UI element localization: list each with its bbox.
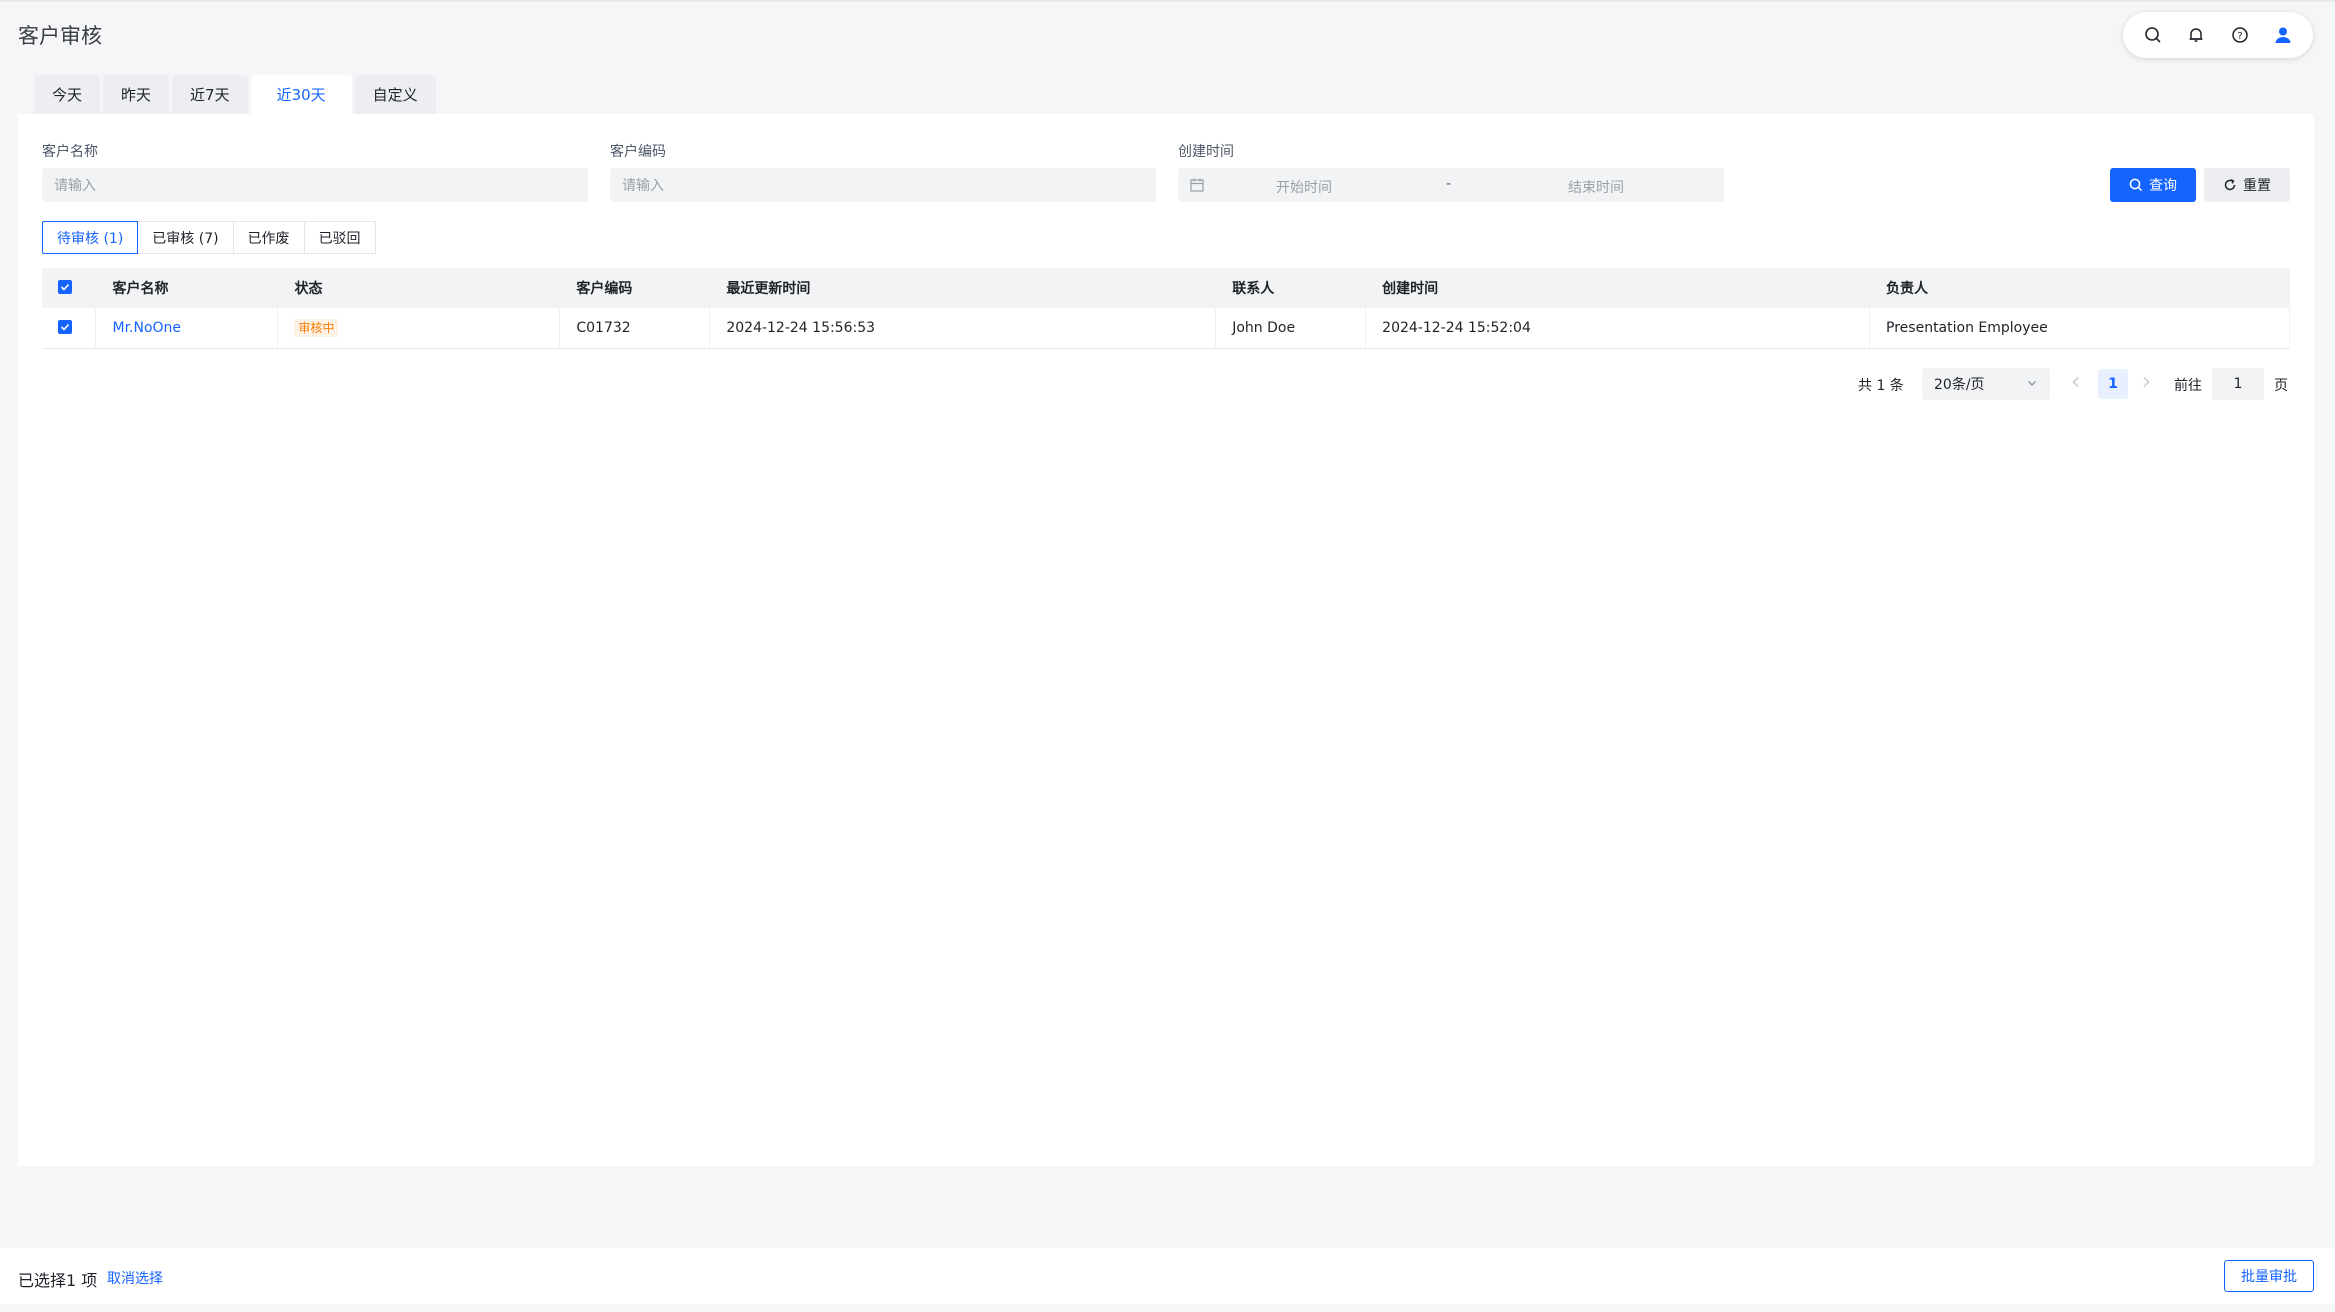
- top-divider: [0, 0, 2335, 2]
- customer-name-input[interactable]: 请输入: [42, 168, 588, 202]
- page-number[interactable]: 1: [2098, 369, 2128, 399]
- customer-code-label: 客户编码: [610, 144, 666, 160]
- page-title: 客户审核: [18, 24, 102, 48]
- page-size-select[interactable]: 20条/页: [1922, 368, 2050, 400]
- contact-cell: John Doe: [1215, 308, 1367, 349]
- customer-name-label: 客户名称: [42, 144, 98, 160]
- column-header-code: 客户编码: [559, 268, 711, 308]
- select-all-checkbox-cell: [42, 268, 97, 308]
- goto-label: 前往: [2174, 378, 2202, 394]
- row-checkbox[interactable]: [58, 319, 72, 334]
- column-header-created: 创建时间: [1365, 268, 1871, 308]
- total-count: 共 1 条: [1858, 378, 1904, 394]
- tab-last-7-days[interactable]: 近7天: [172, 75, 248, 114]
- calendar-icon: [1190, 178, 1204, 196]
- page-unit-label: 页: [2274, 378, 2288, 394]
- customer-table: 客户名称 状态 客户编码 最近更新时间 联系人 创建时间 负责人 Mr.NoOn…: [42, 268, 2290, 349]
- search-icon: [2129, 178, 2143, 192]
- search-button[interactable]: 查询: [2110, 168, 2196, 202]
- table-row: Mr.NoOne 审核中 C01732 2024-12-24 15:56:53 …: [42, 308, 2290, 349]
- column-header-status: 状态: [277, 268, 561, 308]
- tab-custom[interactable]: 自定义: [354, 75, 436, 114]
- page-size-value: 20条/页: [1934, 377, 1985, 393]
- tab-voided[interactable]: 已作废: [232, 221, 305, 254]
- created-time-range-picker[interactable]: 开始时间 - 结束时间: [1178, 168, 1724, 202]
- select-all-checkbox[interactable]: [58, 280, 72, 294]
- search-button-label: 查询: [2149, 178, 2177, 194]
- end-time-input[interactable]: 结束时间: [1568, 177, 1624, 197]
- goto-page-input[interactable]: 1: [2212, 368, 2264, 400]
- tab-approved[interactable]: 已审核 (7): [137, 221, 234, 254]
- created-time-cell: 2024-12-24 15:52:04: [1365, 308, 1871, 349]
- prev-page-icon[interactable]: [2070, 375, 2082, 393]
- start-time-input[interactable]: 开始时间: [1276, 177, 1332, 197]
- pagination: 共 1 条 20条/页 1 前往 1 页: [18, 366, 2314, 400]
- created-time-label: 创建时间: [1178, 144, 1234, 160]
- column-header-contact: 联系人: [1215, 268, 1367, 308]
- updated-time-cell: 2024-12-24 15:56:53: [709, 308, 1217, 349]
- table-header-row: 客户名称 状态 客户编码 最近更新时间 联系人 创建时间 负责人: [42, 268, 2290, 308]
- batch-approve-button[interactable]: 批量审批: [2224, 1260, 2314, 1292]
- tab-last-30-days[interactable]: 近30天: [250, 75, 352, 114]
- column-header-name: 客户名称: [95, 268, 279, 308]
- selection-footer: 已选择1 项 取消选择 批量审批: [0, 1248, 2335, 1304]
- user-icon[interactable]: [2267, 19, 2299, 51]
- selected-count: 已选择1 项: [18, 1271, 98, 1290]
- customer-code-input[interactable]: 请输入: [610, 168, 1156, 202]
- range-separator: -: [1446, 176, 1452, 192]
- status-badge: 审核中: [294, 319, 339, 338]
- date-tabs: 今天 昨天 近7天 近30天 自定义: [34, 75, 439, 114]
- owner-cell: Presentation Employee: [1869, 308, 2290, 349]
- refresh-icon: [2224, 179, 2236, 191]
- tab-rejected[interactable]: 已驳回: [303, 221, 376, 254]
- reset-button-label: 重置: [2243, 178, 2271, 194]
- cancel-selection-link[interactable]: 取消选择: [107, 1268, 163, 1288]
- bell-icon[interactable]: [2180, 19, 2212, 51]
- svg-text:?: ?: [2237, 31, 2242, 42]
- help-icon[interactable]: ?: [2224, 19, 2256, 51]
- chevron-down-icon: [2026, 377, 2038, 393]
- customer-code-cell: C01732: [559, 308, 711, 349]
- next-page-icon[interactable]: [2140, 375, 2152, 393]
- row-checkbox-cell: [42, 308, 97, 349]
- column-header-updated: 最近更新时间: [709, 268, 1217, 308]
- main-panel: 客户名称 请输入 客户编码 请输入 创建时间 开始时间 - 结束时间 查询 重置…: [18, 114, 2314, 1166]
- top-toolbar: ?: [2123, 12, 2313, 58]
- reset-button[interactable]: 重置: [2204, 168, 2290, 202]
- column-header-owner: 负责人: [1869, 268, 2290, 308]
- tab-yesterday[interactable]: 昨天: [103, 75, 170, 114]
- tab-today[interactable]: 今天: [34, 75, 101, 114]
- customer-name-link[interactable]: Mr.NoOne: [112, 320, 181, 336]
- tab-pending[interactable]: 待审核 (1): [42, 221, 139, 254]
- status-tabs: 待审核 (1) 已审核 (7) 已作废 已驳回: [42, 221, 376, 254]
- search-icon[interactable]: [2137, 19, 2169, 51]
